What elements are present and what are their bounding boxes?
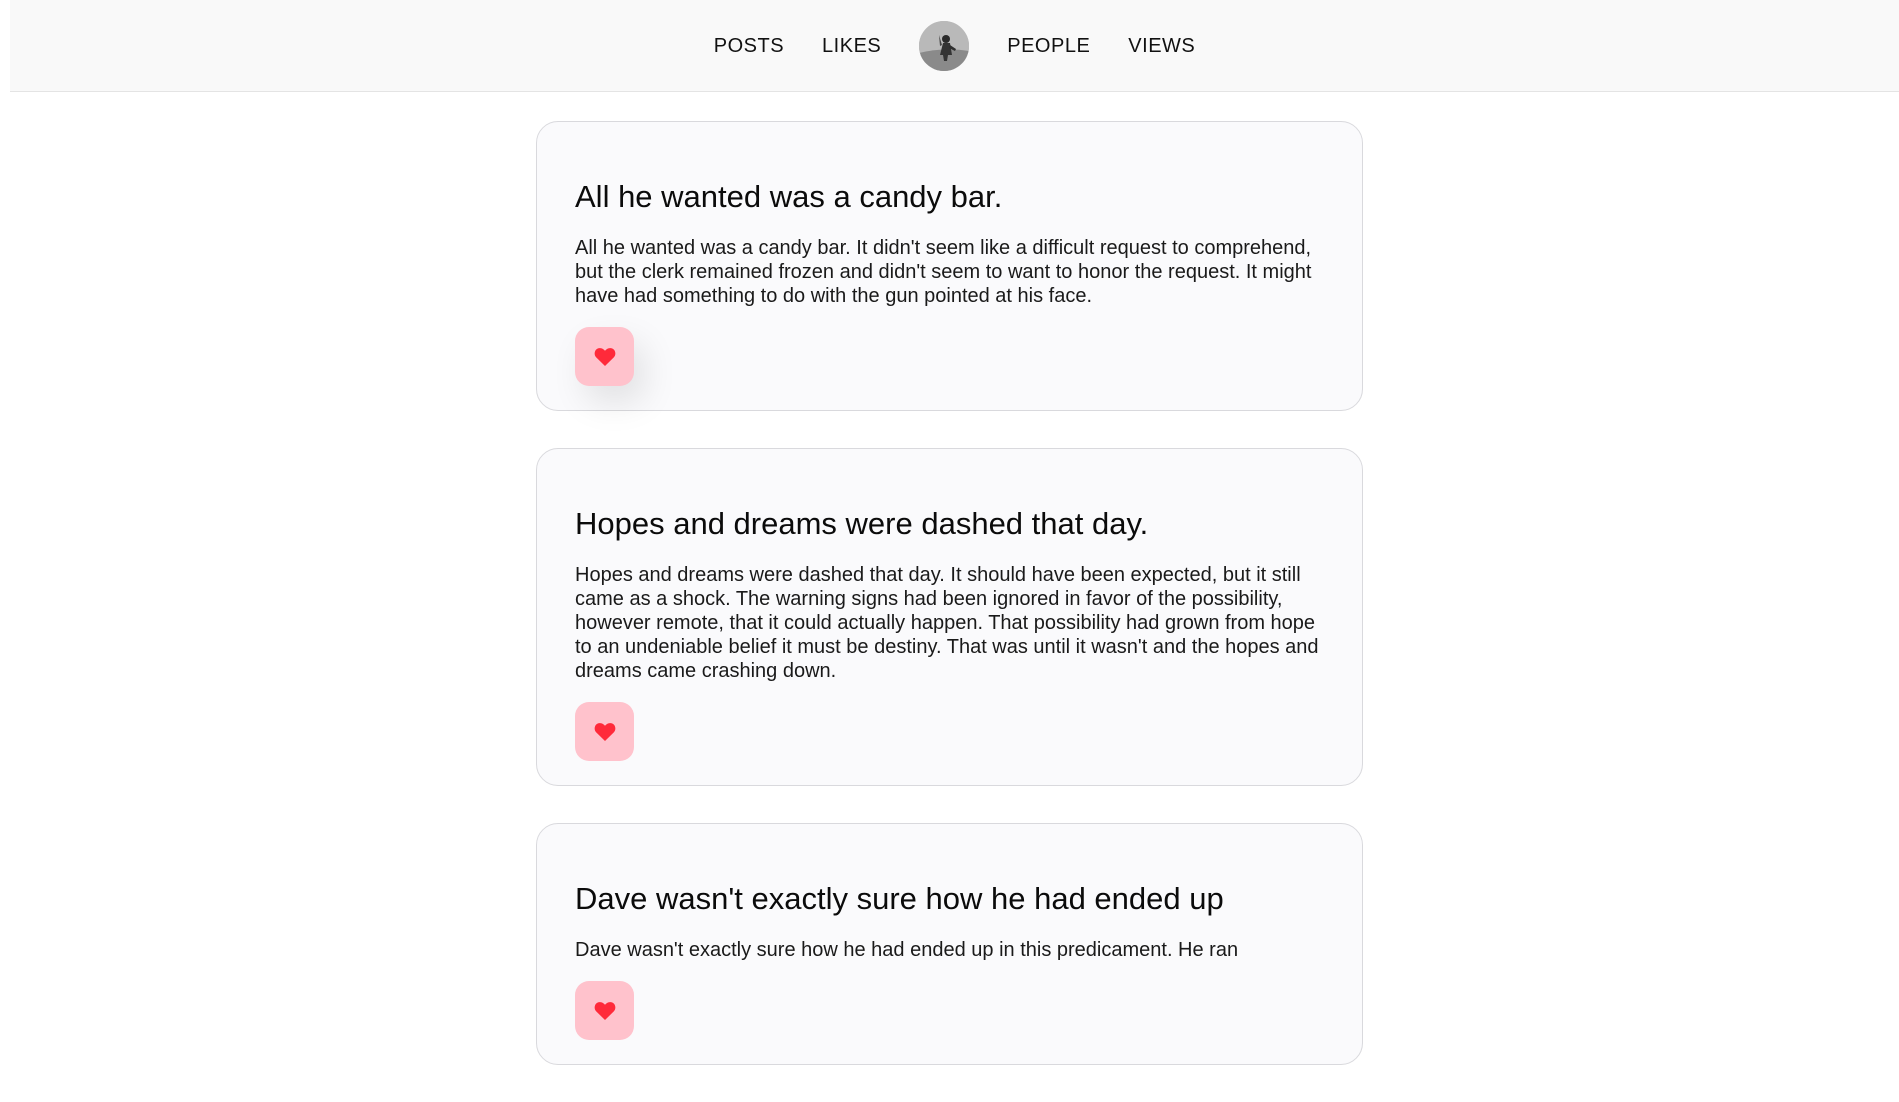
post-title: Dave wasn't exactly sure how he had ende… [575, 881, 1224, 916]
post-feed: All he wanted was a candy bar. All he wa… [536, 121, 1363, 1102]
like-button[interactable] [575, 327, 634, 386]
post-card: Dave wasn't exactly sure how he had ende… [536, 823, 1363, 1065]
avatar-photo-icon [919, 21, 970, 71]
heart-icon [594, 722, 615, 741]
post-body: All he wanted was a candy bar. It didn't… [575, 237, 1312, 307]
nav-link-people[interactable]: PEOPLE [1007, 35, 1090, 58]
post-card: Hopes and dreams were dashed that day. H… [536, 448, 1363, 786]
like-button[interactable] [575, 702, 634, 761]
main-nav: POSTS LIKES PEOPLE VIEWS [10, 0, 1899, 92]
post-card: All he wanted was a candy bar. All he wa… [536, 121, 1363, 411]
post-title: Hopes and dreams were dashed that day. [575, 506, 1149, 541]
post-body: Hopes and dreams were dashed that day. I… [575, 564, 1319, 682]
profile-avatar[interactable] [919, 21, 970, 71]
post-title: All he wanted was a candy bar. [575, 179, 1003, 214]
post-body: Dave wasn't exactly sure how he had ende… [575, 939, 1239, 961]
nav-link-views[interactable]: VIEWS [1128, 35, 1195, 58]
top-navigation-bar: POSTS LIKES PEOPLE VIEWS [10, 0, 1899, 92]
nav-link-likes[interactable]: LIKES [822, 35, 881, 58]
nav-link-posts[interactable]: POSTS [714, 35, 784, 58]
heart-icon [594, 347, 615, 366]
heart-icon [594, 1001, 615, 1020]
